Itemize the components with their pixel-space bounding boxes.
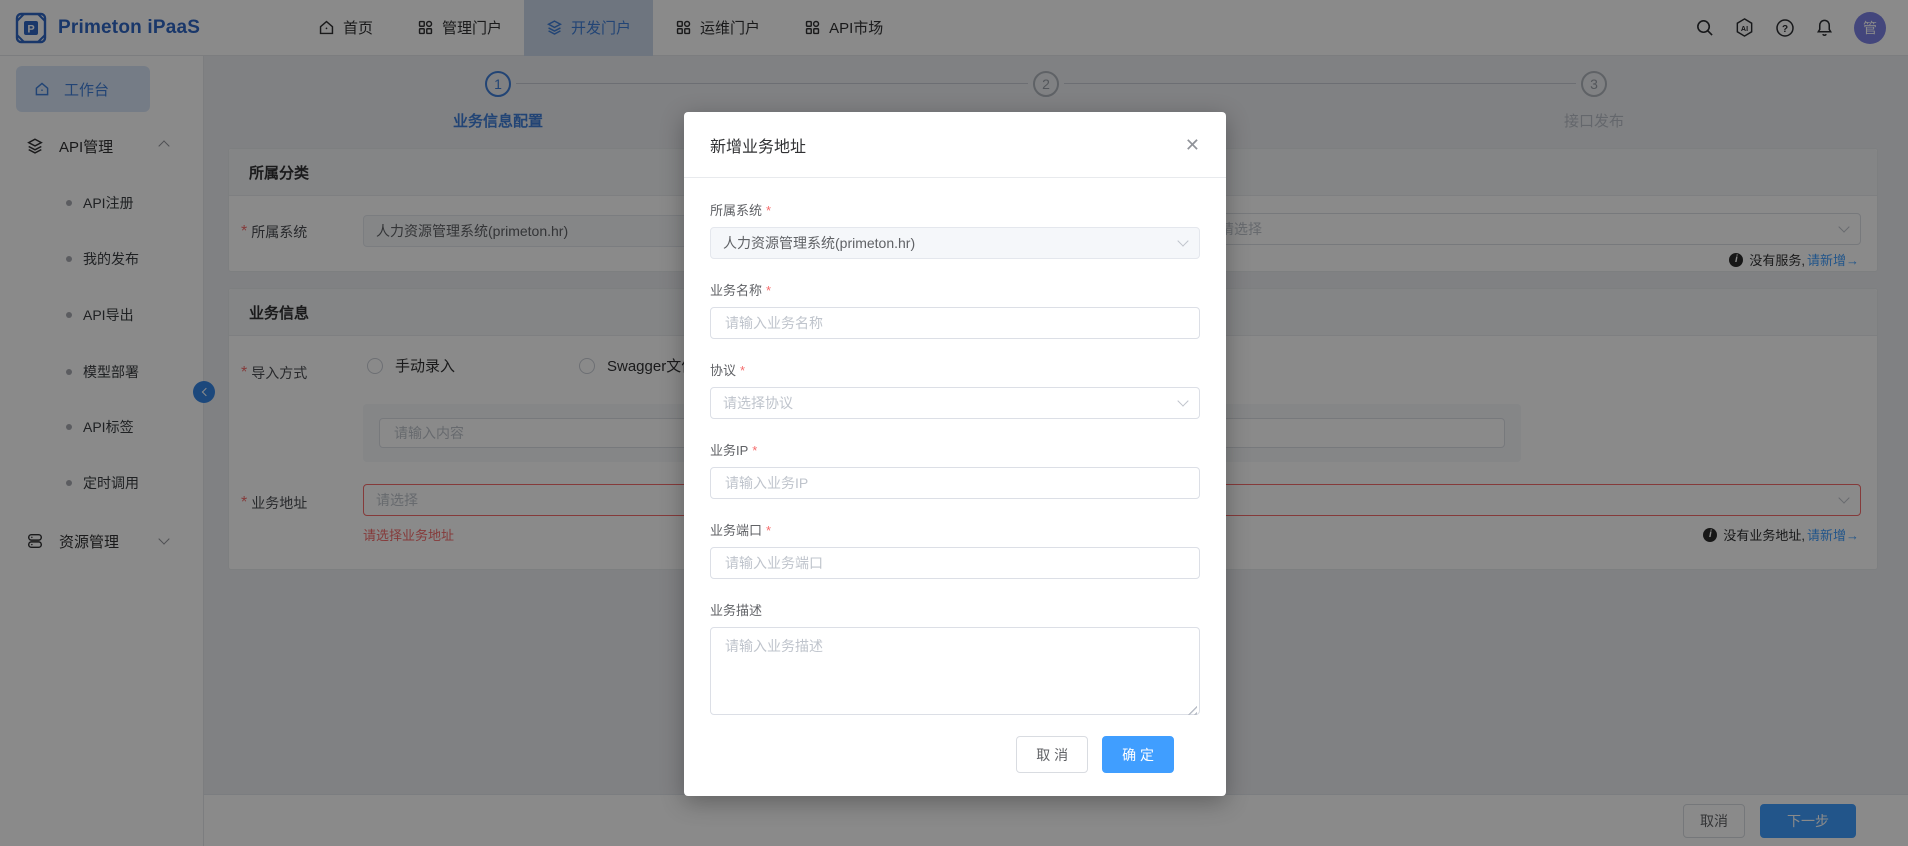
business-port-input[interactable] <box>710 547 1200 579</box>
required-mark: * <box>740 363 746 378</box>
dialog-footer: 取 消 确 定 <box>710 720 1200 773</box>
dialog-cancel-button[interactable]: 取 消 <box>1016 736 1089 773</box>
required-mark: * <box>766 523 772 538</box>
field-system: 所属系统 * 人力资源管理系统(primeton.hr) <box>710 200 1200 259</box>
required-mark: * <box>752 443 758 458</box>
field-business-name: 业务名称 * <box>710 280 1200 339</box>
dialog-ok-button[interactable]: 确 定 <box>1102 736 1174 773</box>
field-protocol: 协议 * 请选择协议 <box>710 360 1200 419</box>
app-window: P Primeton iPaaS 首页 管理门户 开发门户 运维门户 API市场… <box>0 0 1908 846</box>
field-label: 所属系统 * <box>710 203 772 218</box>
business-name-input[interactable] <box>710 307 1200 339</box>
required-mark: * <box>766 283 772 298</box>
business-desc-textarea[interactable] <box>710 627 1200 715</box>
dialog-title: 新增业务地址 <box>710 138 807 156</box>
business-ip-input[interactable] <box>710 467 1200 499</box>
field-label: 业务端口 * <box>710 523 772 538</box>
protocol-select[interactable]: 请选择协议 <box>710 387 1200 419</box>
field-business-port: 业务端口 * <box>710 520 1200 579</box>
field-label: 业务名称 * <box>710 283 772 298</box>
close-icon[interactable]: ✕ <box>1185 136 1200 154</box>
add-business-address-dialog: 新增业务地址 ✕ 所属系统 * 人力资源管理系统(primeton.hr) 业务名… <box>684 112 1226 796</box>
protocol-select-placeholder: 请选择协议 <box>723 395 793 411</box>
system-select[interactable]: 人力资源管理系统(primeton.hr) <box>710 227 1200 259</box>
required-mark: * <box>766 203 772 218</box>
field-business-desc: 业务描述 <box>710 600 1200 720</box>
chevron-down-icon <box>1177 395 1189 407</box>
field-label: 业务IP * <box>710 443 758 458</box>
chevron-down-icon <box>1177 235 1189 247</box>
dialog-body: 所属系统* 人力资源管理系统(primeton.hr) 业务名称* 协议* <box>684 178 1226 773</box>
field-business-ip: 业务IP * <box>710 440 1200 499</box>
dialog-header: 新增业务地址 ✕ <box>684 112 1226 178</box>
field-label: 协议 * <box>710 363 746 378</box>
field-label: 业务描述 <box>710 603 763 618</box>
system-select-value: 人力资源管理系统(primeton.hr) <box>723 235 916 251</box>
